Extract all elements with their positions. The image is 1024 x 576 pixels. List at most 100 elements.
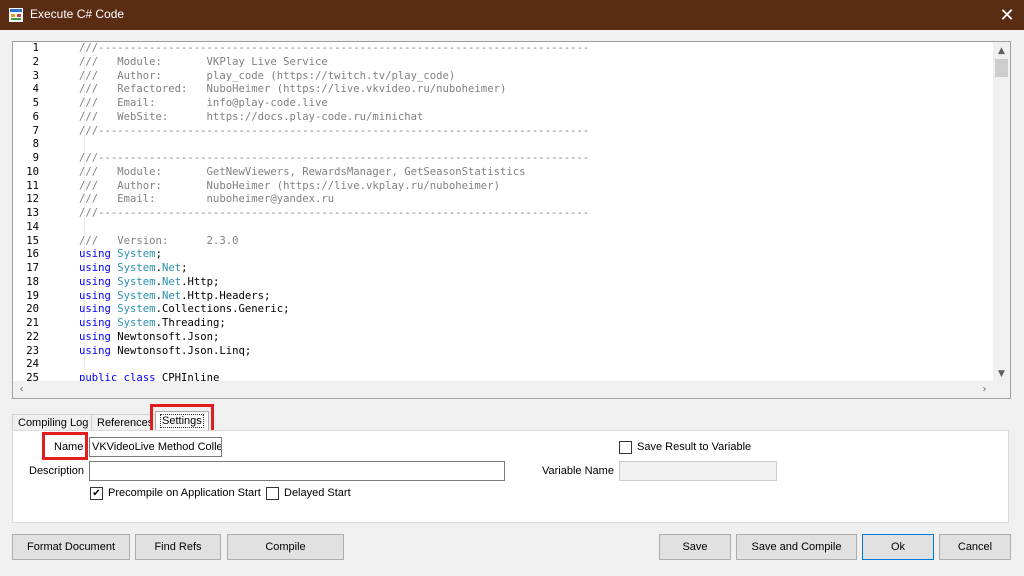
scroll-up-icon[interactable]: ▲ [993,42,1010,59]
tab-label: Compiling Log [18,417,89,429]
title-bar: Execute C# Code ✕ [0,0,1024,30]
code-token: /// Email: info@play-code.live [79,97,328,109]
vertical-scrollbar[interactable]: ▲ ▼ [993,42,1010,382]
description-label: Description [29,465,85,477]
code-token: .Collections.Generic; [155,303,290,316]
scroll-left-icon[interactable]: ‹ [13,381,30,398]
save-result-label: Save Result to Variable [637,441,752,453]
code-area[interactable]: ///-------------------------------------… [79,42,989,382]
tab-compiling-log[interactable]: Compiling Log [12,414,95,431]
code-token: /// WebSite: https://docs.play-code.ru/m… [79,110,424,123]
code-line: using Newtonsoft.Json.Linq; [79,345,989,359]
code-line: /// Author: play_code (https://twitch.tv… [79,70,989,84]
line-number: 21 [26,317,39,329]
code-token: System [117,317,156,329]
precompile-checkbox[interactable]: ✔ [90,487,103,500]
code-token: using [79,262,118,274]
code-line: /// Module: GetNewViewers, RewardsManage… [79,166,989,180]
code-token: using [79,248,118,261]
line-number: 19 [26,289,39,302]
code-token: using [79,344,118,357]
line-number: 9 [32,152,39,164]
code-token: ///-------------------------------------… [79,42,590,54]
code-token: /// Author: play_code (https://twitch.tv… [79,69,456,82]
code-line: using System.Net; [79,262,989,276]
code-token: System [117,248,156,261]
line-number: 7 [32,124,39,137]
save-button[interactable]: Save [659,534,731,560]
code-token: /// Refactored: NuboHeimer (https://live… [79,83,507,96]
code-token: .Threading; [155,317,226,329]
code-line: /// Author: NuboHeimer (https://live.vkp… [79,180,989,194]
code-line: ///-------------------------------------… [79,152,989,166]
name-input[interactable]: VKVideoLive Method Collection [89,437,222,457]
scroll-right-icon[interactable]: › [976,381,993,398]
line-number: 16 [26,248,39,261]
variable-name-label: Variable Name [542,465,614,477]
line-number: 18 [26,275,39,288]
compile-button[interactable]: Compile [227,534,344,560]
code-line: using System.Collections.Generic; [79,303,989,317]
code-token: ///-------------------------------------… [79,152,590,164]
code-line: /// Email: info@play-code.live [79,97,989,111]
settings-panel: Name VKVideoLive Method Collection Descr… [12,430,1009,523]
line-number: 5 [32,97,39,109]
code-line: ///-------------------------------------… [79,207,989,221]
code-token: System [117,303,156,316]
code-line: using Newtonsoft.Json; [79,331,989,345]
code-editor[interactable]: 1 2 3 4 5 6 7 8 9 10 11 12 13 14 15 16 17 18 19 20 21 22 23 24 2… [12,41,1011,399]
scroll-thumb[interactable] [995,59,1008,77]
code-line: using System.Net.Http.Headers; [79,290,989,304]
name-label-highlight [42,432,88,460]
line-number: 1 [32,42,39,54]
line-number-gutter: 1 2 3 4 5 6 7 8 9 10 11 12 13 14 15 16 17 18 19 20 21 22 23 24 2… [13,42,61,384]
checkmark-icon: ✔ [92,487,101,499]
window-title: Execute C# Code [30,7,125,21]
find-refs-button[interactable]: Find Refs [135,534,221,560]
code-token: System [117,289,156,302]
code-line: using System.Net.Http; [79,276,989,290]
code-token: Newtonsoft.Json; [117,330,220,343]
code-token: System [117,275,156,288]
code-token: .Http; [181,275,220,288]
code-token: ; [155,248,162,261]
code-token: /// Email: nuboheimer@yandex.ru [79,193,335,206]
code-line: ///-------------------------------------… [79,42,989,56]
code-token: Newtonsoft.Json.Linq; [117,344,252,357]
code-line: /// Refactored: NuboHeimer (https://live… [79,83,989,97]
code-token: using [79,330,118,343]
delayed-start-label: Delayed Start [284,487,351,499]
save-and-compile-button[interactable]: Save and Compile [736,534,857,560]
save-result-checkbox[interactable] [619,441,632,454]
tab-label: References [97,417,154,429]
line-number: 8 [32,138,39,151]
line-number: 22 [26,330,39,343]
code-token: .Http.Headers; [181,289,271,302]
line-number: 4 [32,83,39,96]
delayed-start-checkbox[interactable] [266,487,279,500]
code-token: ///-------------------------------------… [79,124,590,137]
code-line: /// Module: VKPlay Live Service [79,56,989,70]
code-token: Net [161,289,182,302]
ok-button[interactable]: Ok [862,534,934,560]
code-token: System [117,262,156,274]
format-document-button[interactable]: Format Document [12,534,130,560]
code-token: ; [181,262,188,274]
line-number: 10 [26,165,39,178]
code-token: /// Module: GetNewViewers, RewardsManage… [79,165,526,178]
code-token: using [79,317,118,329]
code-token: /// Author: NuboHeimer (https://live.vkp… [79,179,500,192]
scroll-down-icon[interactable]: ▼ [993,365,1010,382]
code-token: using [79,303,118,316]
close-icon[interactable]: ✕ [990,0,1024,30]
line-number: 11 [26,179,39,192]
description-input[interactable] [89,461,505,481]
horizontal-scrollbar[interactable]: ‹ › [13,381,1010,398]
code-token: ///-------------------------------------… [79,207,590,219]
cancel-button[interactable]: Cancel [939,534,1011,560]
app-icon [9,8,23,22]
line-number: 3 [32,69,39,82]
